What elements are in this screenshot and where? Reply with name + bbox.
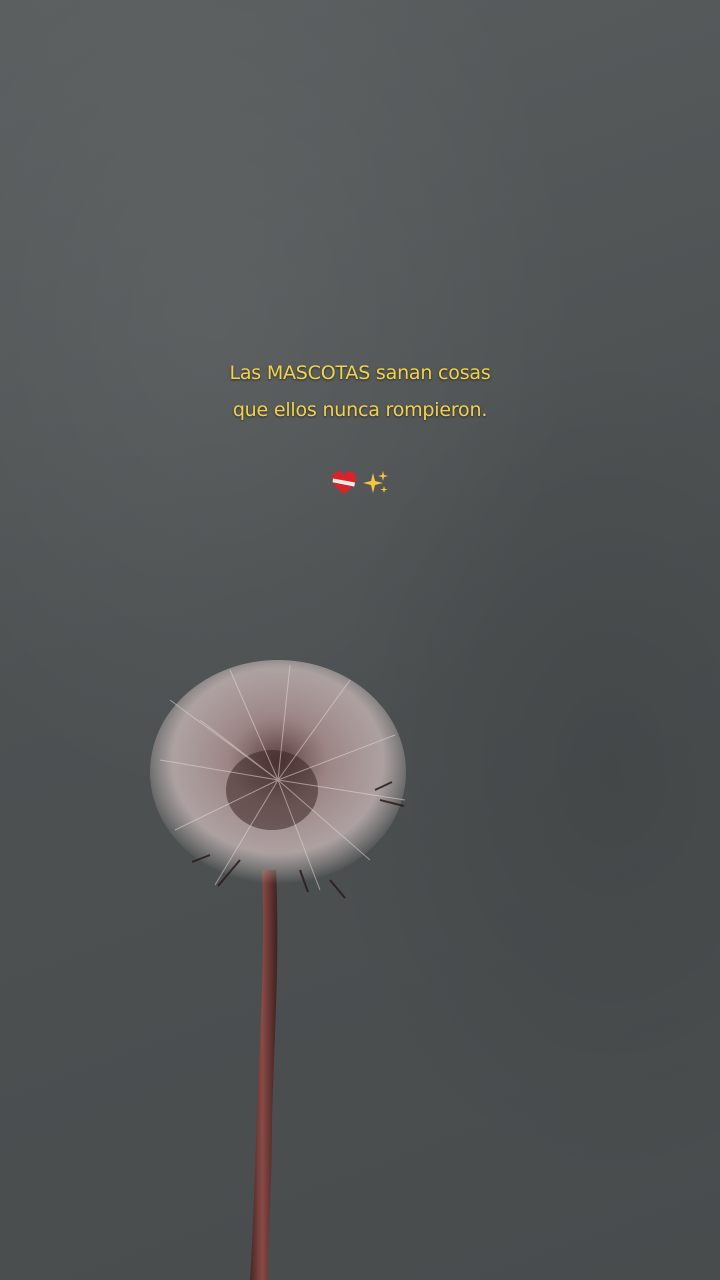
dandelion-stem [250, 870, 278, 1280]
caption-line-2: que ellos nunca rompieron. [232, 399, 488, 421]
dandelion-image [150, 660, 406, 1280]
background-photo: Las MASCOTAS sanan cosas que ellos nunca… [0, 0, 720, 1280]
dandelion-seed-head [150, 660, 406, 899]
caption-text: Las MASCOTAS sanan cosas que ellos nunca… [0, 355, 720, 429]
sparkles-icon [362, 469, 390, 497]
emoji-row [0, 466, 720, 500]
caption-line-1: Las MASCOTAS sanan cosas [229, 362, 491, 384]
bandaged-heart-icon [330, 469, 358, 497]
